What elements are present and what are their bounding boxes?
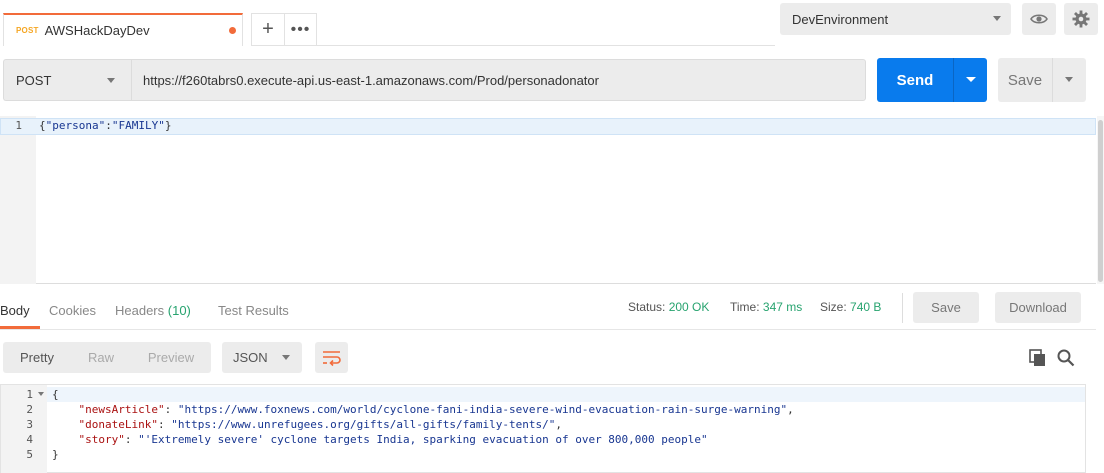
new-tab-button[interactable]: + [251,13,285,46]
response-tabs-divider [0,329,1096,330]
status-value: 200 OK [668,300,710,314]
save-options-button[interactable] [1052,58,1086,102]
request-body-code: {"persona":"FAMILY"} [39,119,172,132]
more-tabs-button[interactable]: ••• [284,13,317,46]
size-value: 740 B [850,300,882,314]
tab-test-results[interactable]: Test Results [218,303,289,318]
headers-count-badge: (10) [167,303,191,318]
search-icon[interactable] [1056,348,1076,368]
copy-icon[interactable] [1029,349,1047,367]
gear-icon [1072,10,1090,28]
preview-button[interactable]: Preview [131,342,211,373]
send-button[interactable]: Send [877,58,953,102]
format-select[interactable]: JSON [222,342,302,373]
http-method-select[interactable]: POST [3,59,131,101]
wrap-lines-icon [323,351,341,367]
tab-body[interactable]: Body [0,303,30,318]
tab-headers[interactable]: Headers (10) [115,303,191,318]
response-scrollbar[interactable] [1090,384,1104,473]
chevron-down-icon [282,355,290,360]
time-readout: Time: 347 ms [730,300,803,314]
request-tab[interactable]: POST AWSHackDayDev [3,13,243,46]
response-line-number: 2 [26,403,33,416]
environment-value: DevEnvironment [792,11,889,27]
save-response-button[interactable]: Save [913,292,979,323]
request-editor-gutter [0,116,36,284]
pretty-button[interactable]: Pretty [3,342,71,373]
response-line-number: 1 [26,388,33,401]
environment-quick-look-button[interactable] [1022,3,1056,35]
chevron-down-icon [993,16,1001,21]
http-method-value: POST [16,72,52,88]
request-line-number: 1 [15,119,22,132]
tab-bar: POST AWSHackDayDev + ••• DevEnvironment [0,0,1104,46]
download-response-button[interactable]: Download [995,292,1081,323]
response-line-number: 5 [26,448,33,461]
request-scrollbar-thumb[interactable] [1098,120,1103,282]
tab-divider [317,45,775,46]
wrap-lines-button[interactable] [315,342,348,373]
response-line-number: 4 [26,433,33,446]
size-readout: Size: 740 B [820,300,882,314]
unsaved-dot-icon [229,27,236,34]
eye-icon [1030,14,1048,24]
url-input[interactable] [131,59,866,101]
response-line-number: 3 [26,418,33,431]
time-value: 347 ms [762,300,803,314]
request-body-editor[interactable]: 1 {"persona":"FAMILY"} [0,116,1096,284]
environment-settings-button[interactable] [1064,3,1098,35]
tab-headers-label: Headers [115,303,165,318]
environment-select[interactable]: DevEnvironment [780,3,1011,35]
chevron-down-icon [107,78,115,83]
raw-button[interactable]: Raw [71,342,131,373]
response-body-viewer[interactable]: 1 { 2 "newsArticle": "https://www.foxnew… [0,384,1086,473]
send-options-button[interactable] [953,58,987,102]
tab-method-label: POST [16,26,39,35]
fold-toggle-icon[interactable] [38,392,44,396]
view-mode-group: Pretty Raw Preview [3,342,211,373]
response-meta-divider [902,293,903,323]
response-active-line [47,387,1085,402]
status-readout: Status: 200 OK [628,300,710,314]
tab-title: AWSHackDayDev [44,23,150,38]
tab-cookies[interactable]: Cookies [49,303,96,318]
format-value: JSON [233,350,268,365]
save-button[interactable]: Save [998,58,1052,102]
